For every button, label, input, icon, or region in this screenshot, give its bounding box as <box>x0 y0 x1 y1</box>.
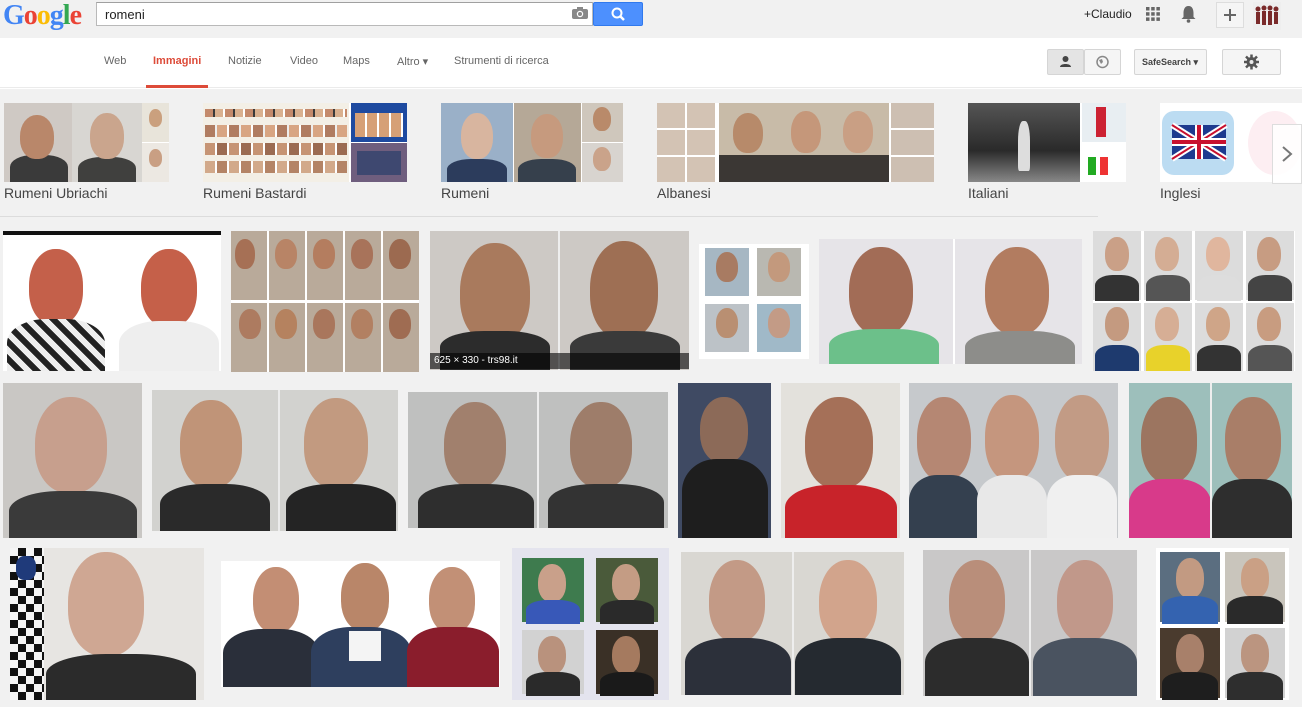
tab-maps[interactable]: Maps <box>343 55 370 67</box>
results-area: Rumeni Ubriachi Rumeni Bastardi Rumeni A… <box>0 89 1302 707</box>
logo-letter: e <box>69 0 82 31</box>
result-thumbnail[interactable] <box>699 244 809 359</box>
tab-video[interactable]: Video <box>290 55 318 67</box>
logo-letter: G <box>3 0 25 31</box>
plus-icon <box>1224 9 1236 21</box>
result-thumbnail[interactable] <box>1129 383 1292 538</box>
logo-letter: o <box>36 0 51 31</box>
related-label[interactable]: Rumeni Ubriachi <box>4 185 107 201</box>
camera-icon[interactable] <box>571 6 589 20</box>
person-icon <box>1060 56 1071 67</box>
related-label[interactable]: Inglesi <box>1160 185 1200 201</box>
top-bar: Google romeni +Claudio <box>0 0 1302 38</box>
share-button[interactable] <box>1216 2 1244 28</box>
related-label[interactable]: Rumeni Bastardi <box>203 185 307 201</box>
search-tools-button[interactable]: Strumenti di ricerca <box>454 55 549 67</box>
related-next-button[interactable] <box>1272 124 1302 184</box>
logo-letter: o <box>23 0 38 31</box>
search-nav: Web Immagini Notizie Video Maps Altro ▾ … <box>0 38 1302 88</box>
logo-letter: g <box>49 0 64 31</box>
tab-news[interactable]: Notizie <box>228 55 262 67</box>
result-thumbnail[interactable] <box>1156 548 1289 700</box>
divider <box>0 216 1098 217</box>
hover-caption: 625 × 330 - trs98.it <box>430 353 689 369</box>
tab-more[interactable]: Altro ▾ <box>397 55 428 68</box>
apps-grid-icon[interactable] <box>1145 6 1161 22</box>
result-thumbnail[interactable] <box>512 548 669 700</box>
result-thumbnail[interactable] <box>3 383 142 538</box>
user-link[interactable]: +Claudio <box>1084 7 1132 21</box>
related-thumb-rumeni[interactable] <box>441 103 623 182</box>
result-thumbnail[interactable] <box>221 561 500 687</box>
gear-icon <box>1244 54 1259 70</box>
result-thumbnail[interactable] <box>909 383 1118 538</box>
globe-icon <box>1096 55 1109 69</box>
result-thumbnail[interactable] <box>231 231 419 372</box>
result-thumbnail[interactable] <box>678 383 771 538</box>
result-thumbnail[interactable] <box>3 231 221 371</box>
tab-images[interactable]: Immagini <box>153 55 201 67</box>
result-thumbnail[interactable] <box>430 231 689 370</box>
related-thumb-italiani[interactable] <box>968 103 1126 182</box>
result-thumbnail[interactable] <box>681 552 904 695</box>
tab-web[interactable]: Web <box>104 55 126 67</box>
search-icon <box>611 7 625 21</box>
related-label[interactable]: Rumeni <box>441 185 489 201</box>
result-thumbnail[interactable] <box>781 383 900 538</box>
chevron-right-icon <box>1282 146 1293 162</box>
result-thumbnail[interactable] <box>152 390 398 531</box>
active-tab-indicator <box>146 85 208 88</box>
related-thumb-rumeni-ubriachi[interactable] <box>4 103 169 182</box>
personal-results-button[interactable] <box>1047 49 1084 75</box>
notifications-bell-icon[interactable] <box>1180 5 1197 23</box>
search-input[interactable]: romeni <box>96 2 593 26</box>
related-label[interactable]: Albanesi <box>657 185 711 201</box>
related-label[interactable]: Italiani <box>968 185 1008 201</box>
global-results-button[interactable] <box>1084 49 1121 75</box>
related-thumb-rumeni-bastardi[interactable] <box>203 103 407 182</box>
search-button[interactable] <box>593 2 643 26</box>
result-thumbnail[interactable] <box>1093 231 1295 371</box>
related-thumb-albanesi[interactable] <box>657 103 934 182</box>
google-logo[interactable]: Google <box>3 0 82 32</box>
settings-button[interactable] <box>1222 49 1281 75</box>
result-thumbnail[interactable] <box>10 548 204 700</box>
logo-letter: l <box>62 0 71 31</box>
result-thumbnail[interactable] <box>819 239 1082 364</box>
safesearch-dropdown[interactable]: SafeSearch ▾ <box>1134 49 1207 75</box>
result-thumbnail[interactable] <box>923 550 1137 696</box>
avatar[interactable] <box>1253 2 1281 30</box>
result-thumbnail[interactable] <box>408 392 668 528</box>
